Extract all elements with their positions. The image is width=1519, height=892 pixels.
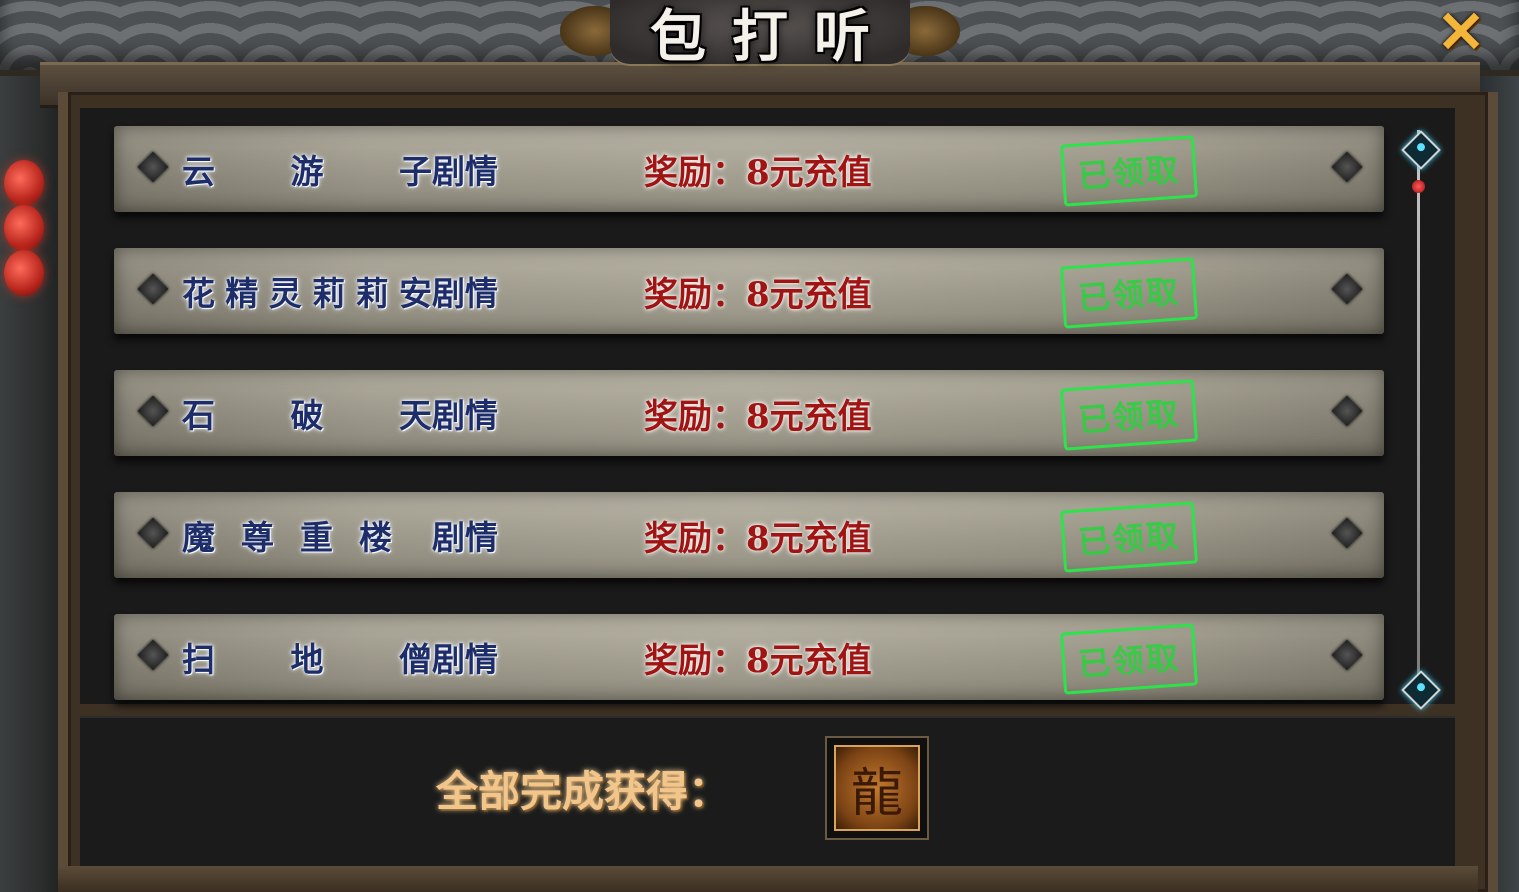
quest-npc-name: 花精灵莉莉安 (182, 274, 432, 313)
stud-icon (137, 517, 169, 549)
quest-type-label: 剧情 (432, 152, 498, 191)
scrollbar-thumb[interactable] (1412, 180, 1425, 193)
lantern-icon (4, 250, 44, 296)
quest-reward: 奖励：8元充值 (644, 640, 872, 681)
stud-icon (1331, 517, 1363, 549)
stud-icon (137, 273, 169, 305)
quest-type-label: 剧情 (432, 274, 498, 313)
quest-npc-name: 魔尊重楼 (182, 518, 392, 557)
stud-icon (1331, 273, 1363, 305)
completion-reward-slot[interactable]: 龍 (825, 736, 929, 840)
quest-type-label: 剧情 (432, 396, 498, 435)
window-title: 包打听 (650, 3, 896, 70)
quest-reward: 奖励：8元充值 (644, 396, 872, 437)
dragon-emblem-icon: 龍 (834, 745, 920, 831)
stud-icon (137, 151, 169, 183)
quest-type-label: 剧情 (432, 640, 498, 679)
quest-npc-name: 石破天 (182, 396, 432, 435)
close-button[interactable]: ✕ (1430, 0, 1492, 66)
claimed-stamp: 已领取 (1060, 257, 1198, 329)
quest-row: 扫地僧 剧情 奖励：8元充值 已领取 (114, 614, 1384, 700)
stud-icon (137, 395, 169, 427)
frame-bottom (58, 866, 1478, 892)
lantern-icon (4, 205, 44, 251)
lantern-icon (4, 160, 44, 206)
completion-panel (80, 716, 1455, 868)
stud-icon (1331, 395, 1363, 427)
quest-row: 魔尊重楼 剧情 奖励：8元充值 已领取 (114, 492, 1384, 578)
quest-type-label: 剧情 (432, 518, 498, 557)
quest-reward: 奖励：8元充值 (644, 274, 872, 315)
quest-row: 云游子 剧情 奖励：8元充值 已领取 (114, 126, 1384, 212)
close-x-icon: ✕ (1436, 0, 1486, 66)
stud-icon (137, 639, 169, 671)
stud-icon (1331, 639, 1363, 671)
title-plaque: 包打听 (610, 0, 910, 70)
quest-npc-name: 扫地僧 (182, 640, 432, 679)
scrollbar-track[interactable] (1417, 130, 1420, 698)
quest-reward: 奖励：8元充值 (644, 518, 872, 559)
quest-reward: 奖励：8元充值 (644, 152, 872, 193)
quest-row: 石破天 剧情 奖励：8元充值 已领取 (114, 370, 1384, 456)
completion-label: 全部完成获得： (436, 766, 731, 816)
quest-npc-name: 云游子 (182, 152, 432, 191)
stud-icon (1331, 151, 1363, 183)
claimed-stamp: 已领取 (1060, 501, 1198, 573)
claimed-stamp: 已领取 (1060, 135, 1198, 207)
claimed-stamp: 已领取 (1060, 379, 1198, 451)
quest-row: 花精灵莉莉安 剧情 奖励：8元充值 已领取 (114, 248, 1384, 334)
claimed-stamp: 已领取 (1060, 623, 1198, 695)
